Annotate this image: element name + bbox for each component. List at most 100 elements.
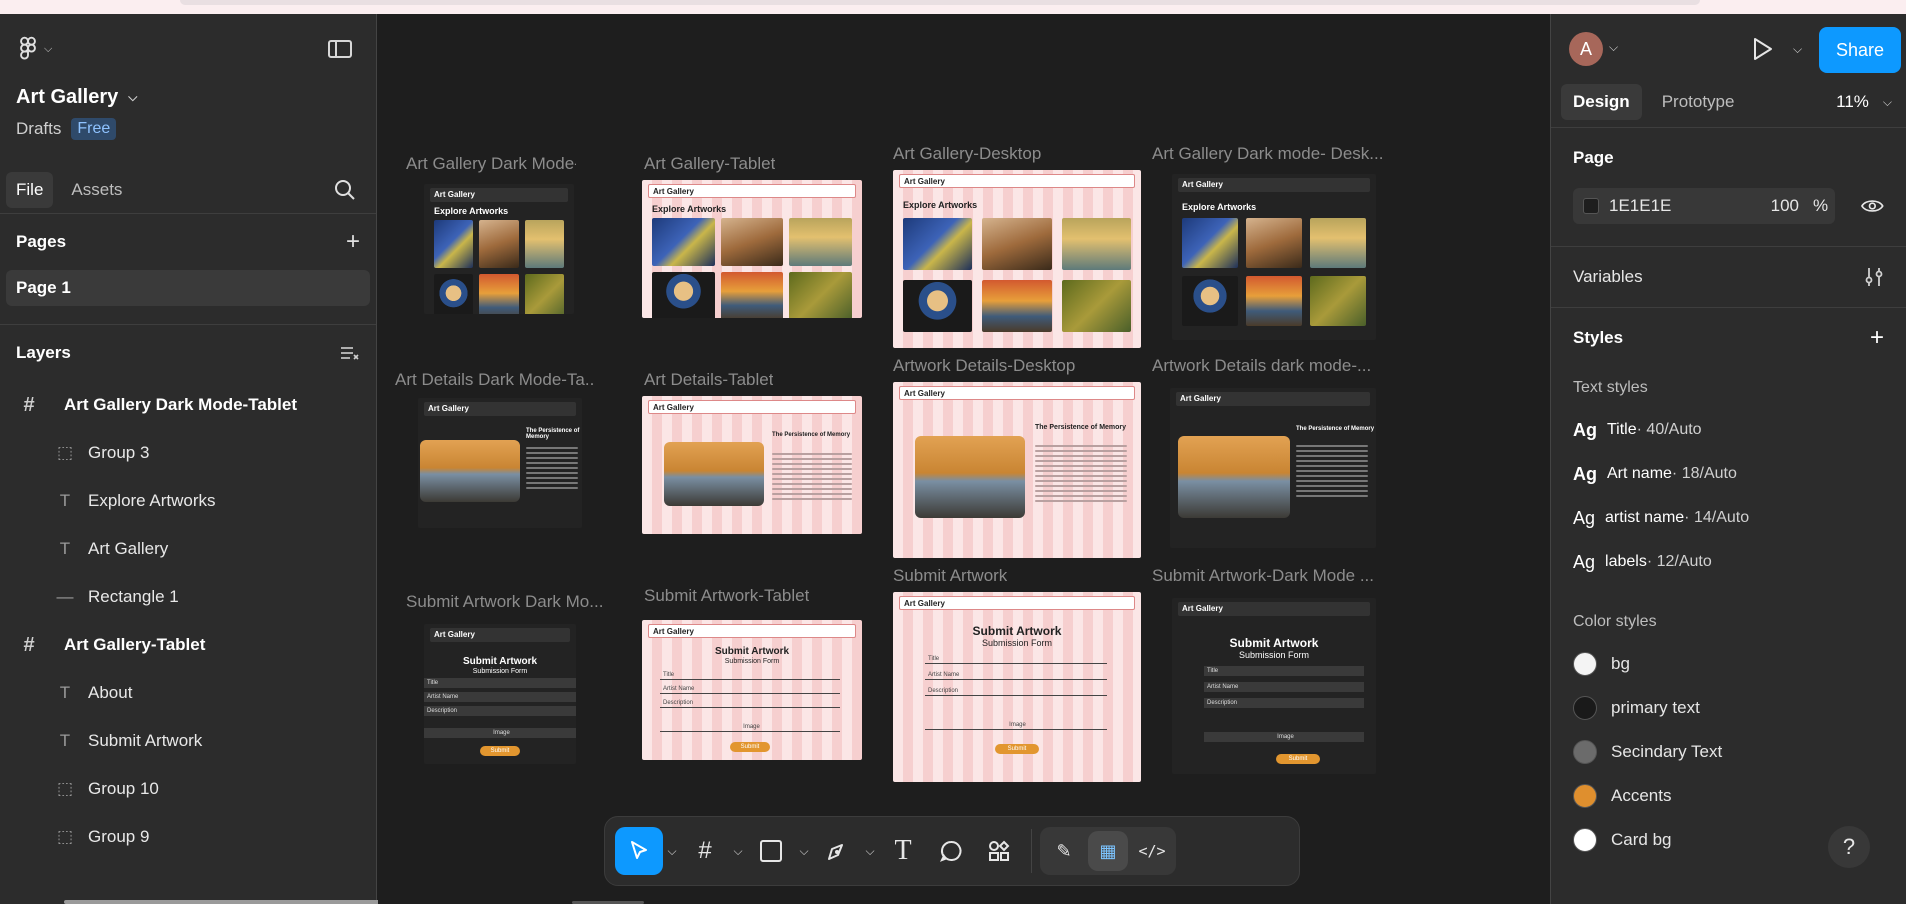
text-icon: T <box>59 491 71 510</box>
frame-label[interactable]: Art Gallery-Desktop <box>893 144 1041 164</box>
form-subtitle: Submission Form <box>472 668 528 675</box>
design-canvas[interactable]: Art Gallery Dark Mode-T... Art Gallery-T… <box>378 14 1550 904</box>
add-style-icon[interactable]: + <box>1870 324 1884 352</box>
text-style-item[interactable]: Ag labels · 12/Auto <box>1573 540 1884 584</box>
shape-tool-button[interactable] <box>747 827 795 875</box>
color-swatch[interactable] <box>1583 198 1599 214</box>
page-label: Page 1 <box>16 278 71 297</box>
layer-text[interactable]: T Explore Artworks <box>0 477 376 525</box>
add-page-icon[interactable]: + <box>346 228 360 256</box>
artwork-image <box>1061 218 1131 270</box>
play-icon[interactable] <box>1751 36 1775 62</box>
frame-thumbnail[interactable]: Art Gallery Submit Artwork Submission Fo… <box>893 592 1141 782</box>
text-tool-button[interactable]: T <box>879 827 927 875</box>
frame-thumbnail[interactable]: Art Gallery The Persistence of Memory <box>1170 388 1376 548</box>
file-title[interactable]: Art Gallery ⌵ <box>16 86 137 109</box>
color-style-item[interactable]: Secindary Text <box>1573 730 1884 774</box>
main-menu-button[interactable]: ⌵ <box>18 36 52 62</box>
chevron-down-icon[interactable]: ⌵ <box>663 844 681 859</box>
actions-tool-button[interactable] <box>975 827 1023 875</box>
mock-nav: Art Gallery <box>1178 178 1370 192</box>
sidebar-toggle-icon[interactable] <box>328 40 352 58</box>
frame-thumbnail[interactable]: Art Gallery The Persistence of Memory <box>893 382 1141 558</box>
zoom-control[interactable]: 11% ⌵ <box>1836 92 1892 112</box>
left-tabs: File Assets <box>6 172 132 208</box>
mock-field: Artist Name <box>660 684 840 694</box>
frame-label[interactable]: Submit Artwork Dark Mo... <box>406 592 606 612</box>
pen-tool-button[interactable] <box>813 827 861 875</box>
frame-label[interactable]: Artwork Details-Desktop <box>893 356 1075 376</box>
chevron-down-icon[interactable]: ⌵ <box>861 844 879 859</box>
layer-text[interactable]: T Submit Artwork <box>0 717 376 765</box>
tab-design[interactable]: Design <box>1561 83 1642 120</box>
tab-prototype[interactable]: Prototype <box>1650 84 1747 120</box>
design-mode-button[interactable]: ▦ <box>1088 831 1128 871</box>
chevron-down-icon[interactable]: ⌵ <box>1793 42 1802 57</box>
draw-mode-button[interactable]: ✎ <box>1044 831 1084 871</box>
layer-rect[interactable]: — Rectangle 1 <box>0 573 376 621</box>
frame-thumbnail[interactable]: Art Gallery Explore Artworks <box>642 180 862 318</box>
frame-thumbnail[interactable]: Art Gallery The Persistence of Memory <box>418 398 582 528</box>
frame-thumbnail[interactable]: Art Gallery The Persistence of Memory <box>642 396 862 534</box>
avatar[interactable]: A <box>1569 32 1603 66</box>
text-style-item[interactable]: Ag artist name · 14/Auto <box>1573 496 1884 540</box>
chevron-down-icon[interactable]: ⌵ <box>795 844 813 859</box>
frame-thumbnail[interactable]: Art Gallery Submit Artwork Submission Fo… <box>642 620 862 760</box>
tab-file[interactable]: File <box>6 172 54 208</box>
move-tool-button[interactable] <box>615 827 663 875</box>
location-text[interactable]: Drafts <box>16 119 61 139</box>
comment-tool-button[interactable] <box>927 827 975 875</box>
color-dot <box>1573 784 1597 808</box>
layer-name: Art Gallery Dark Mode-Tablet <box>64 395 298 414</box>
frame-label[interactable]: Art Gallery Dark mode- Desk... <box>1152 144 1392 164</box>
form-title: Submit Artwork <box>1229 636 1319 650</box>
layer-text[interactable]: T About <box>0 669 376 717</box>
share-button[interactable]: Share <box>1819 27 1901 73</box>
chevron-down-icon[interactable]: ⌵ <box>729 844 747 859</box>
color-style-item[interactable]: Accents <box>1573 774 1884 818</box>
color-style-item[interactable]: bg <box>1573 642 1884 686</box>
text-style-item[interactable]: Ag Art name · 18/Auto <box>1573 452 1884 496</box>
frame-label[interactable]: Art Details Dark Mode-Ta... <box>395 370 595 390</box>
tab-assets[interactable]: Assets <box>61 172 132 208</box>
opacity-value[interactable]: 100 <box>1759 196 1799 216</box>
variables-settings-icon[interactable] <box>1864 267 1884 287</box>
frame-label[interactable]: Submit Artwork-Tablet <box>644 586 809 606</box>
frame-tool-button[interactable]: # <box>681 827 729 875</box>
frame-thumbnail[interactable]: Art Gallery Explore Artworks <box>893 170 1141 348</box>
layer-group[interactable]: ⬚ Group 10 <box>0 765 376 813</box>
layer-list-icon[interactable] <box>340 345 360 361</box>
frame-thumbnail[interactable]: Art Gallery Explore Artworks <box>424 184 574 314</box>
frame-thumbnail[interactable]: Art Gallery Submit Artwork Submission Fo… <box>1172 598 1376 774</box>
frame-label[interactable]: Art Details-Tablet <box>644 370 773 390</box>
layer-group[interactable]: ⬚ Group 3 <box>0 429 376 477</box>
mock-field: Title <box>660 670 840 680</box>
layer-name: Explore Artworks <box>88 491 216 510</box>
dev-mode-button[interactable]: </> <box>1132 831 1172 871</box>
frame-thumbnail[interactable]: Art Gallery Submit Artwork Submission Fo… <box>424 624 576 764</box>
layer-group[interactable]: ⬚ Group 9 <box>0 813 376 861</box>
layer-frame[interactable]: # Art Gallery-Tablet <box>0 621 376 669</box>
frame-label[interactable]: Submit Artwork <box>893 566 1007 586</box>
frame-label[interactable]: Art Gallery Dark Mode-T... <box>406 154 576 174</box>
actions-icon <box>989 840 1010 861</box>
frame-label[interactable]: Art Gallery-Tablet <box>644 154 775 174</box>
chevron-down-icon[interactable]: ⌵ <box>1609 40 1618 55</box>
search-icon[interactable] <box>334 179 356 201</box>
frame-thumbnail[interactable]: Art Gallery Explore Artworks <box>1172 174 1376 340</box>
frame-label[interactable]: Submit Artwork-Dark Mode ... <box>1152 566 1392 586</box>
artwork-image <box>915 436 1025 518</box>
help-button[interactable]: ? <box>1828 826 1870 868</box>
color-style-item[interactable]: primary text <box>1573 686 1884 730</box>
frame-label[interactable]: Artwork Details dark mode-... <box>1152 356 1392 376</box>
plan-badge[interactable]: Free <box>71 118 117 140</box>
page-fill-field[interactable]: 1E1E1E 100 % <box>1573 188 1836 224</box>
layer-text[interactable]: T Art Gallery <box>0 525 376 573</box>
page-item[interactable]: Page 1 <box>6 270 370 306</box>
layer-frame[interactable]: # Art Gallery Dark Mode-Tablet <box>0 381 376 429</box>
eye-icon[interactable] <box>1861 198 1884 214</box>
mock-field: Title <box>925 654 1107 664</box>
text-style-item[interactable]: Ag Title · 40/Auto <box>1573 408 1884 452</box>
hex-value[interactable]: 1E1E1E <box>1609 196 1759 216</box>
layer-name: Rectangle 1 <box>88 587 179 606</box>
